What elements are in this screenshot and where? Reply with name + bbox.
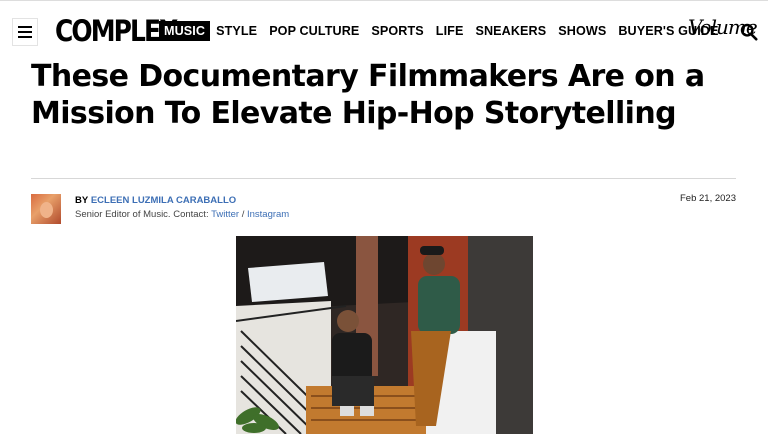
nav-item-pop-culture[interactable]: POP CULTURE — [269, 21, 359, 41]
contact-separator: / — [241, 209, 245, 220]
nav-item-sneakers[interactable]: SNEAKERS — [475, 21, 546, 41]
hero-photo-illustration — [236, 236, 533, 434]
nav-item-music[interactable]: MUSIC — [159, 21, 211, 41]
top-navigation: COMPLEX MUSIC STYLE POP CULTURE SPORTS L… — [0, 0, 768, 62]
hamburger-menu-icon — [18, 26, 32, 39]
twitter-link[interactable]: Twitter — [211, 209, 239, 220]
byline-prefix: BY — [75, 195, 89, 206]
nav-item-shows[interactable]: SHOWS — [558, 21, 606, 41]
author-link[interactable]: ECLEEN LUZMILA CARABALLO — [91, 195, 236, 206]
menu-button[interactable] — [12, 18, 38, 46]
publish-date: Feb 21, 2023 — [680, 193, 736, 204]
instagram-link[interactable]: Instagram — [247, 209, 289, 220]
article-hero-image — [236, 236, 533, 434]
author-avatar[interactable] — [31, 194, 61, 224]
author-role: Senior Editor of Music. Contact: Twitter… — [75, 209, 289, 220]
nav-item-life[interactable]: LIFE — [436, 21, 464, 41]
search-icon — [740, 23, 758, 41]
divider — [31, 178, 736, 179]
search-button[interactable] — [740, 23, 758, 41]
article-title: These Documentary Filmmakers Are on a Mi… — [31, 59, 705, 131]
nav-items: MUSIC STYLE POP CULTURE SPORTS LIFE SNEA… — [159, 21, 731, 41]
author-role-text: Senior Editor of Music. Contact: — [75, 209, 209, 220]
nav-item-style[interactable]: STYLE — [216, 21, 257, 41]
byline: BY ECLEEN LUZMILA CARABALLO — [75, 195, 236, 206]
nav-item-sports[interactable]: SPORTS — [371, 21, 423, 41]
